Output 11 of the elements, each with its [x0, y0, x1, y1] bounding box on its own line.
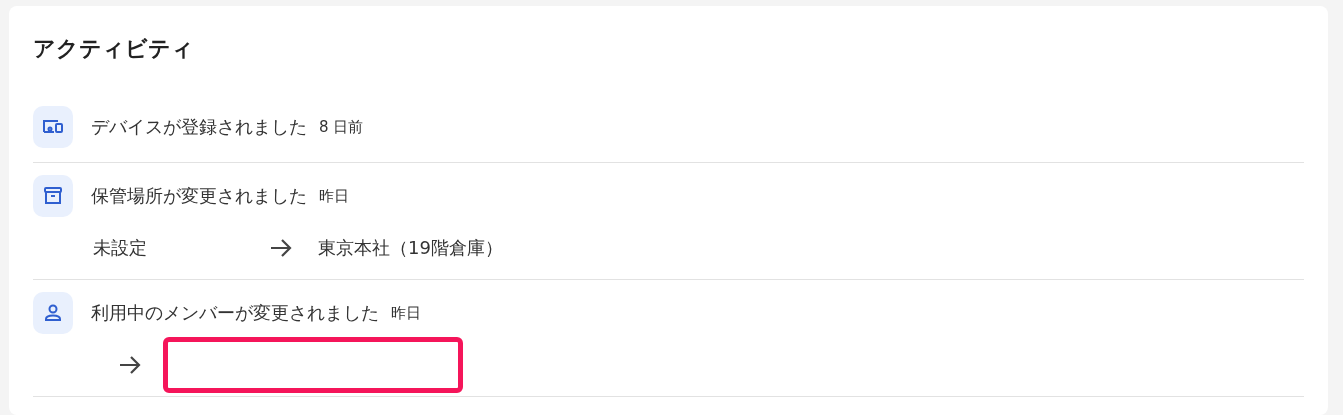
activity-time: 昨日 — [391, 303, 421, 323]
activity-time: 8 日前 — [319, 117, 364, 137]
old-value: 未設定 — [93, 236, 148, 260]
arrow-icon — [270, 238, 292, 258]
new-value: 東京本社（19階倉庫） — [318, 236, 503, 260]
arrow-icon — [119, 355, 141, 375]
activity-title: デバイスが登録されました — [91, 115, 307, 139]
activity-time: 昨日 — [319, 186, 349, 206]
card-title: アクティビティ — [33, 35, 195, 63]
activity-title: 利用中のメンバーが変更されました — [91, 301, 379, 325]
activity-title: 保管場所が変更されました — [91, 184, 307, 208]
